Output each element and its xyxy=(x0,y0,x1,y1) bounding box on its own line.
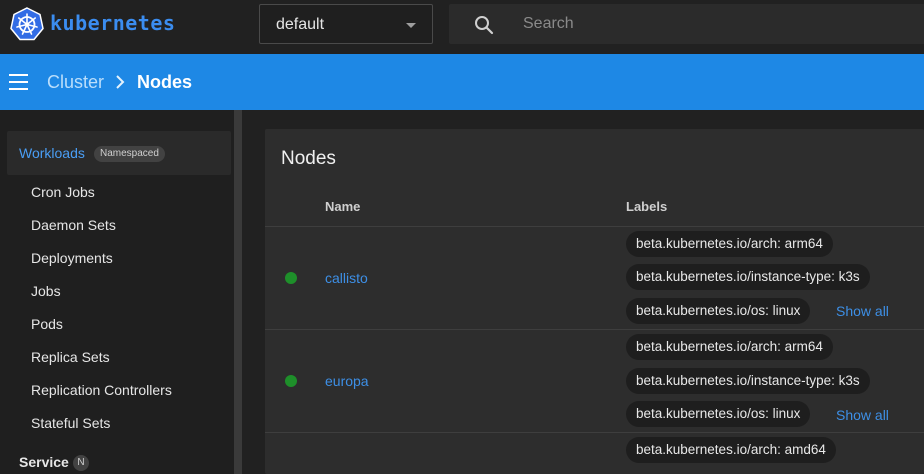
show-all-link[interactable]: Show all xyxy=(836,303,889,319)
show-all-link[interactable]: Show all xyxy=(836,407,889,423)
status-ready-icon xyxy=(285,375,297,387)
top-bar: kubernetes default xyxy=(0,0,924,54)
sidebar-item-pods[interactable]: Pods xyxy=(31,316,63,332)
column-header-name[interactable]: Name xyxy=(325,199,360,214)
sidebar-category-service[interactable]: Service xyxy=(19,454,69,470)
search-input[interactable] xyxy=(523,4,903,44)
label-chip: beta.kubernetes.io/instance-type: k3s xyxy=(626,264,870,290)
label-chip: beta.kubernetes.io/arch: arm64 xyxy=(626,231,833,257)
sidebar-item-replication-controllers[interactable]: Replication Controllers xyxy=(31,382,172,398)
nodes-panel: Nodes Name Labels callisto beta.kubernet… xyxy=(265,129,924,474)
label-chip: beta.kubernetes.io/os: linux xyxy=(626,401,811,427)
app-bar: Cluster Nodes xyxy=(0,54,924,110)
row-divider xyxy=(265,432,924,433)
node-link[interactable]: callisto xyxy=(325,270,368,286)
row-divider xyxy=(265,226,924,227)
sidebar: Workloads Namespaced Cron Jobs Daemon Se… xyxy=(0,110,242,474)
namespace-select[interactable]: default xyxy=(259,4,433,44)
namespaced-badge: Namespaced xyxy=(94,146,165,162)
namespaced-badge-short: N xyxy=(73,455,89,471)
status-ready-icon xyxy=(285,272,297,284)
breadcrumb-cluster[interactable]: Cluster xyxy=(47,72,104,93)
label-chip: beta.kubernetes.io/instance-type: k3s xyxy=(626,368,870,394)
sidebar-scrollbar[interactable] xyxy=(234,110,242,474)
search-icon xyxy=(475,16,494,35)
breadcrumb-current: Nodes xyxy=(137,72,193,92)
page-title: Nodes xyxy=(281,148,336,169)
sidebar-category-workloads[interactable]: Workloads Namespaced xyxy=(7,131,231,175)
chevron-right-icon xyxy=(116,75,125,89)
sidebar-item-stateful-sets[interactable]: Stateful Sets xyxy=(31,415,110,431)
sidebar-item-jobs[interactable]: Jobs xyxy=(31,283,61,299)
label-chip: beta.kubernetes.io/arch: arm64 xyxy=(626,334,833,360)
label-chip: beta.kubernetes.io/arch: amd64 xyxy=(626,437,836,463)
sidebar-category-label: Workloads xyxy=(19,145,85,161)
node-link[interactable]: europa xyxy=(325,373,369,389)
row-divider xyxy=(265,329,924,330)
sidebar-item-cron-jobs[interactable]: Cron Jobs xyxy=(31,184,95,200)
search-box xyxy=(449,4,924,44)
menu-icon[interactable] xyxy=(9,74,29,90)
column-header-labels: Labels xyxy=(626,199,668,214)
brand-name[interactable]: kubernetes xyxy=(50,11,175,35)
sidebar-item-daemon-sets[interactable]: Daemon Sets xyxy=(31,217,116,233)
sidebar-item-replica-sets[interactable]: Replica Sets xyxy=(31,349,110,365)
chevron-down-icon xyxy=(406,23,416,28)
namespace-select-value: default xyxy=(276,16,325,33)
kubernetes-logo-icon[interactable] xyxy=(10,7,44,41)
sidebar-item-deployments[interactable]: Deployments xyxy=(31,250,113,266)
label-chip: beta.kubernetes.io/os: linux xyxy=(626,298,811,324)
